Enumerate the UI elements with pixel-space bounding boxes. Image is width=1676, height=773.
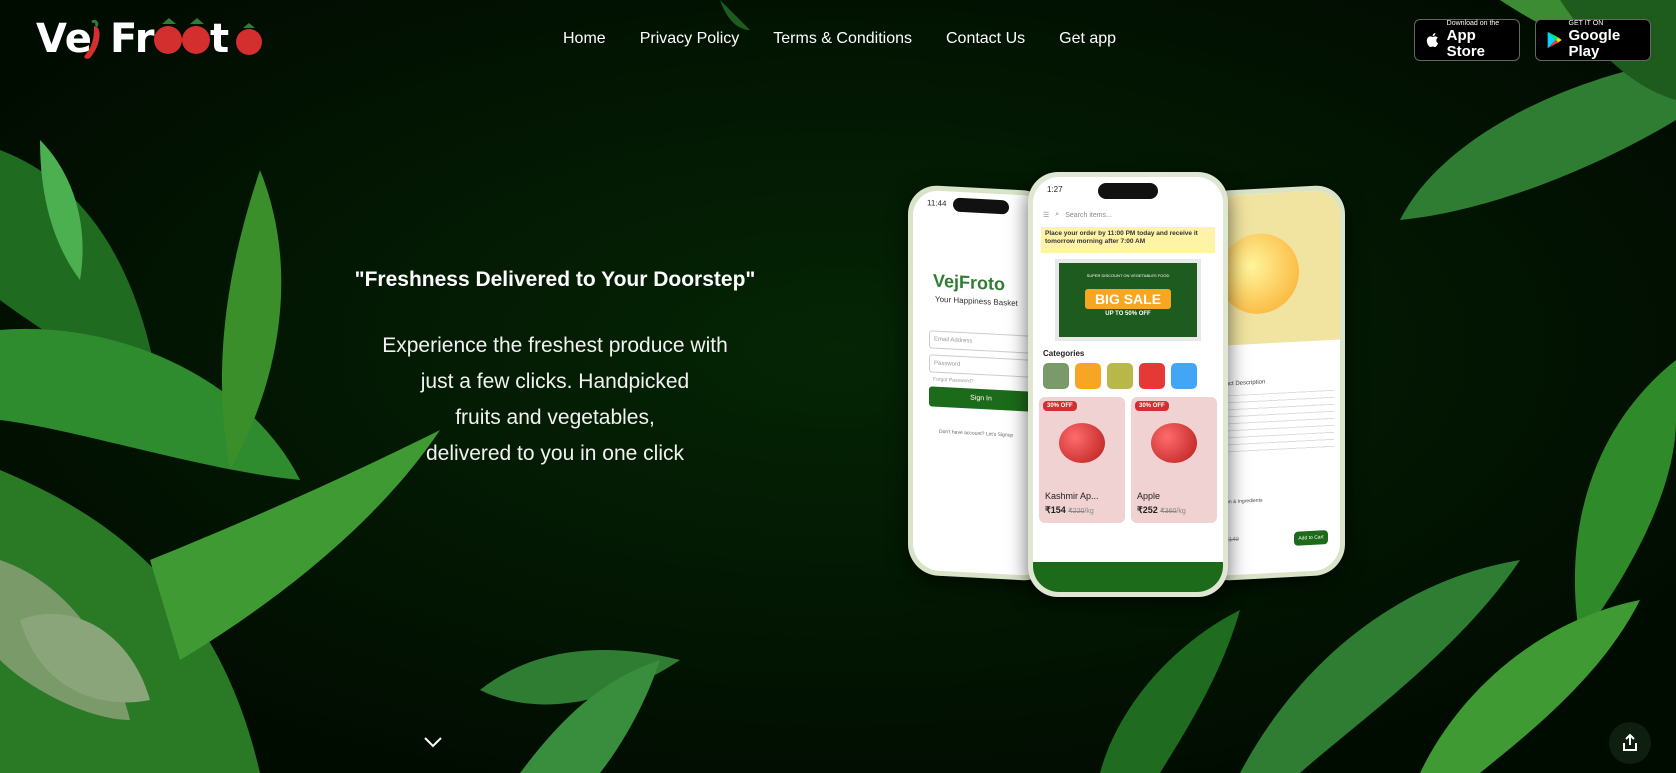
hero-line: fruits and vegetables, [455,406,655,429]
nav-contact-us[interactable]: Contact Us [946,30,1025,48]
brand-logo[interactable]: Ve Fr t [36,14,268,64]
hero-line: just a few clicks. Handpicked [420,370,690,393]
search-icon: ⌕ [1055,211,1060,218]
app-store-button[interactable]: Download on the App Store [1414,19,1520,61]
nav-get-app[interactable]: Get app [1059,30,1116,48]
product-card: 30% OFF Kashmir Ap... ₹154 ₹220/kg [1039,397,1125,523]
menu-icon: ☰ [1043,212,1050,219]
product-card: 30% OFF Apple ₹252 ₹360/kg [1131,397,1217,523]
category-list [1043,363,1197,389]
discount-badge: 30% OFF [1135,401,1169,411]
hero-line: delivered to you in one click [426,442,684,465]
login-signin-button: Sign In [929,386,1033,412]
google-play-button[interactable]: GET IT ON Google Play [1535,19,1651,61]
phone-status-time: 1:27 [1047,185,1063,194]
product-name: Apple [1137,491,1161,501]
app-tab-bar [1033,562,1223,592]
sale-tagline: SUPER DISCOUNT ON VEGETABLES FOOD [1086,273,1170,278]
app-mockup-phones: 11:44 VejFroto Your Happiness Basket Ema… [900,170,1360,600]
google-play-label: Google Play [1568,27,1621,60]
apple-image [1059,423,1105,463]
order-notice: Place your order by 11:00 PM today and r… [1041,227,1215,253]
phone-notch [952,197,1009,215]
phone-notch [1098,183,1158,199]
brand-logo-mark: Ve Fr t [36,16,262,62]
add-to-cart-button: Add to Cart [1294,530,1328,546]
phone-status-time: 11:44 [927,198,947,209]
product-description-text [1211,389,1334,457]
svg-text:Ve: Ve [36,16,92,62]
share-icon [1623,733,1637,751]
apple-image [1151,423,1197,463]
product-price: ₹252 ₹360/kg [1137,505,1186,516]
hero-section: "Freshness Delivered to Your Doorstep" E… [330,268,780,493]
app-store-label: App Store [1446,27,1485,60]
login-footer: Don't have account? Let's Signup [939,428,1014,439]
apple-icon [1426,32,1439,48]
big-sale-banner: SUPER DISCOUNT ON VEGETABLES FOOD BIG SA… [1055,259,1201,341]
price-current: ₹252 [1137,505,1158,515]
background-foliage [0,0,1676,773]
sale-title: BIG SALE [1085,289,1171,309]
price-current: ₹154 [1045,505,1066,515]
price-unit: /kg [1084,508,1094,515]
hero-description: Experience the freshest produce with jus… [330,328,780,472]
nav-terms-conditions[interactable]: Terms & Conditions [773,30,912,48]
nav-privacy-policy[interactable]: Privacy Policy [640,30,740,48]
category-chip [1075,363,1101,389]
svg-text:t: t [210,16,229,62]
login-brand: VejFroto [933,270,1006,295]
share-button[interactable] [1609,722,1651,764]
category-chip [1043,363,1069,389]
nav-home[interactable]: Home [563,30,606,48]
hero-line: Experience the freshest produce with [382,334,728,357]
sale-discount: UP TO 50% OFF [1105,311,1151,317]
product-name: Kashmir Ap... [1045,491,1099,501]
category-chip [1139,363,1165,389]
category-chip [1107,363,1133,389]
price-old: ₹220 [1068,508,1085,515]
login-tagline: Your Happiness Basket [935,294,1018,308]
categories-title: Categories [1043,349,1085,358]
discount-badge: 30% OFF [1043,401,1077,411]
app-search-bar: ☰ ⌕ Search items... [1043,207,1213,223]
site-header: Ve Fr t Home Privacy Policy Terms & Cond… [0,0,1676,80]
svg-text:Fr: Fr [110,16,155,62]
phone-home-screen: 1:27 ☰ ⌕ Search items... Place your orde… [1028,172,1228,597]
scroll-down-chevron-icon[interactable] [423,735,443,749]
app-search-placeholder: Search items... [1065,211,1112,219]
product-price: ₹154 ₹220/kg [1045,505,1094,516]
login-email-field: Email Address [929,330,1035,354]
google-play-icon [1547,31,1562,49]
price-old: ₹360 [1160,508,1177,515]
hero-title: "Freshness Delivered to Your Doorstep" [354,268,756,291]
price-unit: /kg [1176,508,1186,515]
category-chip [1171,363,1197,389]
main-nav: Home Privacy Policy Terms & Conditions C… [563,30,1116,48]
